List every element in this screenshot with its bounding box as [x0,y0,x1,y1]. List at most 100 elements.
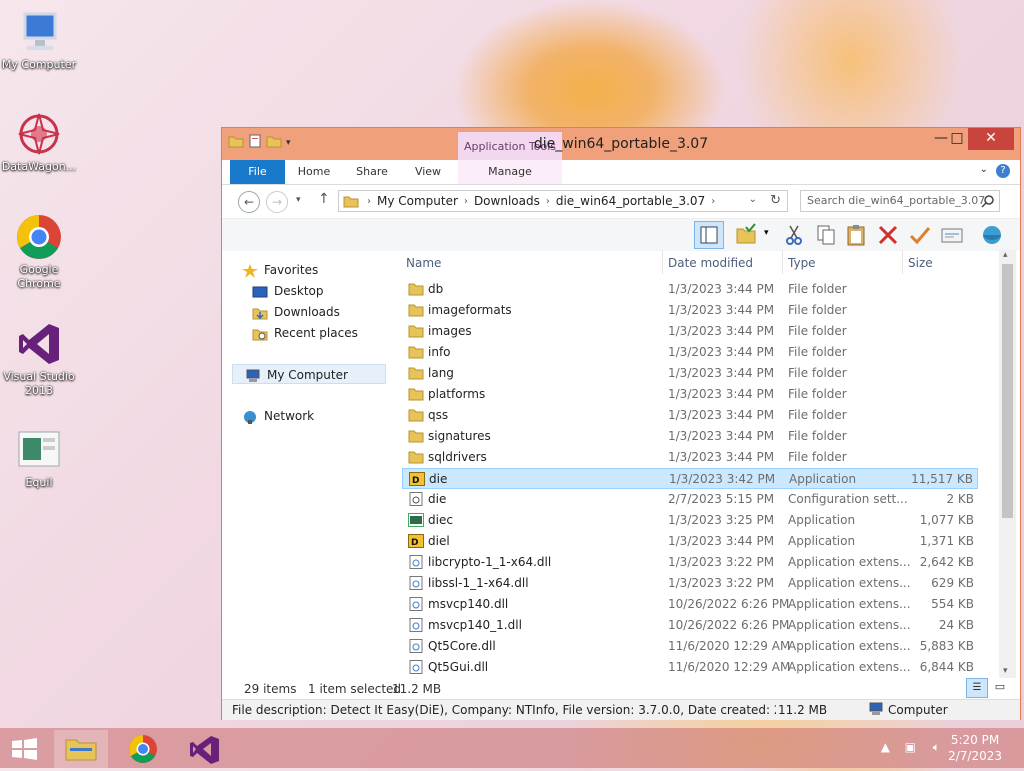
address-dropdown-icon[interactable]: ⌄ [749,194,757,205]
computer-icon [245,369,261,383]
search-icon[interactable] [981,194,995,215]
file-row[interactable]: db 1/3/2023 3:44 PM File folder [402,279,978,300]
file-row[interactable]: info 1/3/2023 3:44 PM File folder [402,342,978,363]
file-row[interactable]: qss 1/3/2023 3:44 PM File folder [402,405,978,426]
scroll-down-icon[interactable]: ▾ [1003,666,1008,676]
file-row[interactable]: libssl-1_1-x64.dll 1/3/2023 3:22 PM Applic… [402,573,978,594]
chevron-right-icon[interactable]: › [546,194,550,210]
breadcrumb-current-folder[interactable]: die_win64_portable_3.07 [556,194,705,210]
cut-icon[interactable] [782,223,806,247]
file-row[interactable]: imageformats 1/3/2023 3:44 PM File folder [402,300,978,321]
column-name[interactable]: Name [406,256,441,270]
taskbar-chrome[interactable] [116,730,170,768]
tab-manage[interactable]: Manage [458,160,562,184]
maximize-button[interactable]: □ [946,128,968,150]
nav-desktop[interactable]: Desktop [252,281,324,301]
preview-pane-icon[interactable] [694,221,724,249]
file-row[interactable]: msvcp140.dll 10/26/2022 6:26 PM Applicatio… [402,594,978,615]
network-tray-icon[interactable]: ▣ [905,740,916,754]
desktop-icon-google-chrome[interactable]: Google Chrome [0,213,81,291]
help-icon[interactable]: ? [996,164,1010,178]
file-name: diec [428,513,453,527]
up-icon[interactable]: ↑ [318,191,330,207]
title-bar[interactable]: ▾ Application Tools die_win64_portable_3… [222,128,1020,160]
refresh-icon[interactable]: ↻ [770,193,781,208]
search-input[interactable]: Search die_win64_portable_3.07 [807,194,985,207]
chevron-right-icon[interactable]: › [464,194,468,210]
file-row[interactable]: Ddiel 1/3/2023 3:44 PM Application 1,371 KB [402,531,978,552]
status-bar: 29 items 1 item selected 11.2 MB ☰ ▭ [222,678,1020,698]
select-icon[interactable] [734,223,758,247]
file-type: File folder [788,303,847,317]
column-separator[interactable] [902,250,903,274]
chevron-right-icon[interactable]: › [367,194,371,210]
desktop-icon-datawagon[interactable]: DataWagon... [0,110,81,174]
file-type: Application extens... [788,660,911,674]
taskbar-file-explorer[interactable] [54,730,108,768]
paste-icon[interactable] [844,223,868,247]
taskbar-visual-studio[interactable] [178,730,232,768]
large-icons-view-button[interactable]: ▭ [990,678,1010,696]
back-button[interactable]: ← [238,191,260,213]
tab-file[interactable]: File [230,160,285,184]
search-box[interactable]: Search die_win64_portable_3.07 [800,190,1000,212]
tab-share[interactable]: Share [350,160,394,184]
delete-icon[interactable] [876,223,900,247]
file-row[interactable]: platforms 1/3/2023 3:44 PM File folder [402,384,978,405]
file-row[interactable]: Ddie 1/3/2023 3:42 PM Application 11,517 KB [402,468,978,489]
show-hidden-icons-icon[interactable]: ▲ [881,740,890,754]
file-row[interactable]: images 1/3/2023 3:44 PM File folder [402,321,978,342]
expand-ribbon-icon[interactable]: ⌄ [980,164,988,175]
properties-icon[interactable] [940,223,964,247]
vertical-scrollbar[interactable]: ▴ ▾ [999,250,1016,678]
file-type: File folder [788,408,847,422]
file-date: 10/26/2022 6:26 PM [668,618,790,632]
dll-file-icon [408,576,424,590]
select-dropdown-icon[interactable]: ▾ [764,228,769,238]
desktop-icon-equil[interactable]: Equil [0,426,81,490]
column-separator[interactable] [662,250,663,274]
scrollbar-thumb[interactable] [1002,264,1013,518]
file-row[interactable]: die 2/7/2023 5:15 PM Configuration sett...… [402,489,978,510]
file-row[interactable]: Qt5Gui.dll 11/6/2020 12:29 AM Application … [402,657,978,678]
desktop-icon-visual-studio[interactable]: Visual Studio 2013 [0,320,81,398]
tab-view[interactable]: View [406,160,450,184]
tab-home[interactable]: Home [292,160,336,184]
file-row[interactable]: sqldrivers 1/3/2023 3:44 PM File folder [402,447,978,468]
dll-file-icon [408,555,424,569]
column-separator[interactable] [782,250,783,274]
scroll-up-icon[interactable]: ▴ [1003,250,1008,260]
file-row[interactable]: libcrypto-1_1-x64.dll 1/3/2023 3:22 PM App… [402,552,978,573]
nav-favorites[interactable]: Favorites [242,260,318,280]
file-row[interactable]: msvcp140_1.dll 10/26/2022 6:26 PM Applicat… [402,615,978,636]
file-row[interactable]: diec 1/3/2023 3:25 PM Application 1,077 KB [402,510,978,531]
start-button[interactable] [0,730,50,768]
close-button[interactable]: ✕ [968,128,1014,150]
file-date: 1/3/2023 3:22 PM [668,576,775,590]
nav-my-computer[interactable]: My Computer [232,364,386,384]
breadcrumb-downloads[interactable]: Downloads [474,194,540,210]
forward-button[interactable]: → [266,191,288,213]
nav-network[interactable]: Network [242,406,314,426]
clock[interactable]: 5:20 PM 2/7/2023 [948,732,1002,764]
column-size[interactable]: Size [908,256,933,270]
copy-icon[interactable] [814,223,838,247]
svg-text:D: D [411,538,418,548]
chevron-right-icon[interactable]: › [711,194,715,210]
file-row[interactable]: lang 1/3/2023 3:44 PM File folder [402,363,978,384]
column-date[interactable]: Date modified [668,256,753,270]
nav-downloads[interactable]: Downloads [252,302,340,322]
address-bar[interactable]: › My Computer › Downloads › die_win64_po… [338,190,788,212]
volume-icon[interactable]: 🔈︎ [933,740,940,755]
rename-check-icon[interactable] [908,223,932,247]
details-view-button[interactable]: ☰ [966,678,988,698]
globe-icon[interactable] [980,223,1004,247]
nav-recent-places[interactable]: Recent places [252,323,358,343]
file-list: Name ^ Date modified Type Size db 1/3/202… [402,250,1002,678]
desktop-icon-my-computer[interactable]: My Computer [0,8,81,72]
recent-locations-icon[interactable]: ▾ [296,195,301,205]
column-type[interactable]: Type [788,256,816,270]
file-row[interactable]: Qt5Core.dll 11/6/2020 12:29 AM Application… [402,636,978,657]
file-row[interactable]: signatures 1/3/2023 3:44 PM File folder [402,426,978,447]
breadcrumb-my-computer[interactable]: My Computer [377,194,458,210]
